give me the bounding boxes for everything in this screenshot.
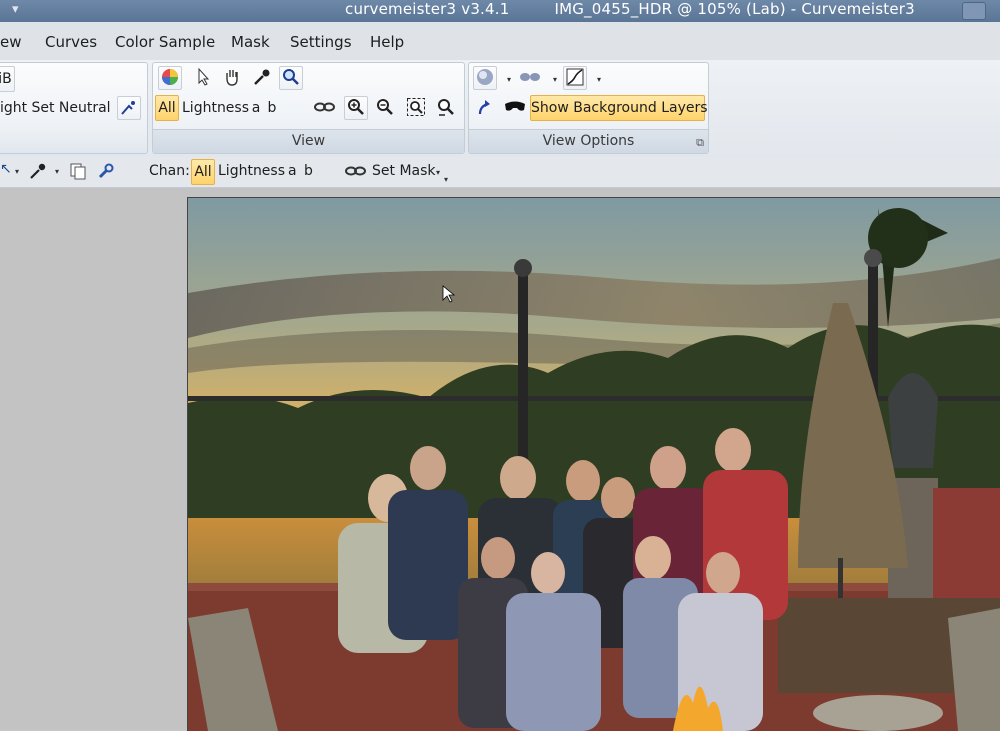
zoom-in-icon[interactable] bbox=[344, 96, 368, 120]
group-label-view: View bbox=[153, 129, 464, 153]
document-image[interactable] bbox=[187, 197, 1000, 731]
show-background-layers-button[interactable]: Show Background Layers bbox=[530, 95, 708, 121]
dialog-launcher-icon[interactable]: ⧉ bbox=[696, 136, 704, 150]
app-version: curvemeister3 v3.4.1 bbox=[345, 0, 510, 18]
pointer-icon[interactable] bbox=[191, 66, 215, 90]
mask-link-icon bbox=[345, 163, 367, 183]
set-neutral-button[interactable]: Set Neutral bbox=[30, 95, 112, 121]
link-icon[interactable] bbox=[313, 96, 337, 120]
ribbon-group-neutral: iB ight Set Neutral bbox=[0, 62, 148, 154]
view-channel-lightness[interactable]: Lightness bbox=[181, 95, 249, 121]
curve-arrow-icon[interactable] bbox=[473, 96, 497, 120]
document-title: IMG_0455_HDR @ 105% (Lab) - Curvemeister… bbox=[554, 0, 915, 18]
view-channel-a[interactable]: a bbox=[249, 95, 263, 121]
workspace bbox=[0, 188, 1000, 731]
channel-lightness[interactable]: Lightness bbox=[218, 163, 285, 179]
set-light-button[interactable]: ight bbox=[0, 95, 27, 121]
ribbon: iB ight Set Neutral All Lightness a b Vi… bbox=[0, 60, 1000, 158]
mask-icon[interactable] bbox=[503, 96, 527, 120]
dropdown-arrow-icon[interactable]: ▾ bbox=[55, 167, 59, 176]
color-wheel-icon[interactable] bbox=[158, 66, 182, 90]
set-mask-button[interactable]: Set Mask bbox=[372, 163, 436, 179]
mask-eyes-icon[interactable] bbox=[518, 66, 542, 90]
eyedropper-icon[interactable] bbox=[28, 161, 48, 185]
menu-curves[interactable]: Curves bbox=[45, 33, 97, 51]
channel-b[interactable]: b bbox=[304, 163, 313, 179]
dropdown-arrow-icon[interactable]: ▾ bbox=[15, 167, 19, 176]
dropdown-arrow-icon[interactable]: ▾ bbox=[553, 75, 557, 84]
zoom-out-icon[interactable] bbox=[373, 96, 397, 120]
minimize-button[interactable] bbox=[962, 2, 986, 20]
circle-mask-icon[interactable] bbox=[473, 66, 497, 90]
ribbon-group-view: All Lightness a b View bbox=[152, 62, 465, 154]
dropdown-arrow-icon[interactable]: ▾ bbox=[507, 75, 511, 84]
curve-display-icon[interactable] bbox=[563, 66, 587, 90]
menu-mask[interactable]: Mask bbox=[231, 33, 270, 51]
system-menu-icon[interactable]: ▾ bbox=[12, 2, 19, 17]
wrench-icon[interactable] bbox=[96, 161, 116, 185]
title-bar: ▾ curvemeister3 v3.4.1 IMG_0455_HDR @ 10… bbox=[0, 0, 1000, 22]
hand-icon[interactable] bbox=[220, 66, 244, 90]
view-channel-b[interactable]: b bbox=[265, 95, 279, 121]
magnifier-icon[interactable] bbox=[279, 66, 303, 90]
zoom-fit-icon[interactable] bbox=[404, 96, 428, 120]
channel-all[interactable]: All bbox=[191, 159, 215, 185]
menu-view[interactable]: ew bbox=[0, 33, 22, 51]
menu-bar: ew Curves Color Sample Mask Settings Hel… bbox=[0, 22, 1000, 60]
channel-label: Chan: bbox=[149, 163, 190, 179]
overflow-arrow-icon[interactable]: ▾ bbox=[444, 175, 448, 184]
eyedropper-icon[interactable] bbox=[250, 66, 274, 90]
window-title: curvemeister3 v3.4.1 IMG_0455_HDR @ 105%… bbox=[345, 0, 955, 18]
dropdown-arrow-icon[interactable]: ▾ bbox=[597, 75, 601, 84]
neutral-picker-icon[interactable] bbox=[117, 96, 141, 120]
channel-toolbar: ↖ ▾ ▾ Chan: All Lightness a b Set Mask ▾… bbox=[0, 157, 1000, 188]
ribbon-group-view-options: ▾ ▾ ▾ Show Background Layers View Option… bbox=[468, 62, 709, 154]
menu-color-sample[interactable]: Color Sample bbox=[115, 33, 215, 51]
menu-settings[interactable]: Settings bbox=[290, 33, 352, 51]
copy-icon[interactable] bbox=[68, 161, 88, 185]
menu-help[interactable]: Help bbox=[370, 33, 404, 51]
dropdown-arrow-icon[interactable]: ▾ bbox=[436, 168, 440, 177]
view-channel-all[interactable]: All bbox=[155, 95, 179, 121]
rgb-button[interactable]: iB bbox=[0, 66, 15, 92]
group-label-view-options: View Options bbox=[469, 129, 708, 153]
channel-a[interactable]: a bbox=[288, 163, 297, 179]
zoom-actual-icon[interactable] bbox=[434, 96, 458, 120]
tool-icon[interactable]: ↖ bbox=[0, 161, 12, 177]
